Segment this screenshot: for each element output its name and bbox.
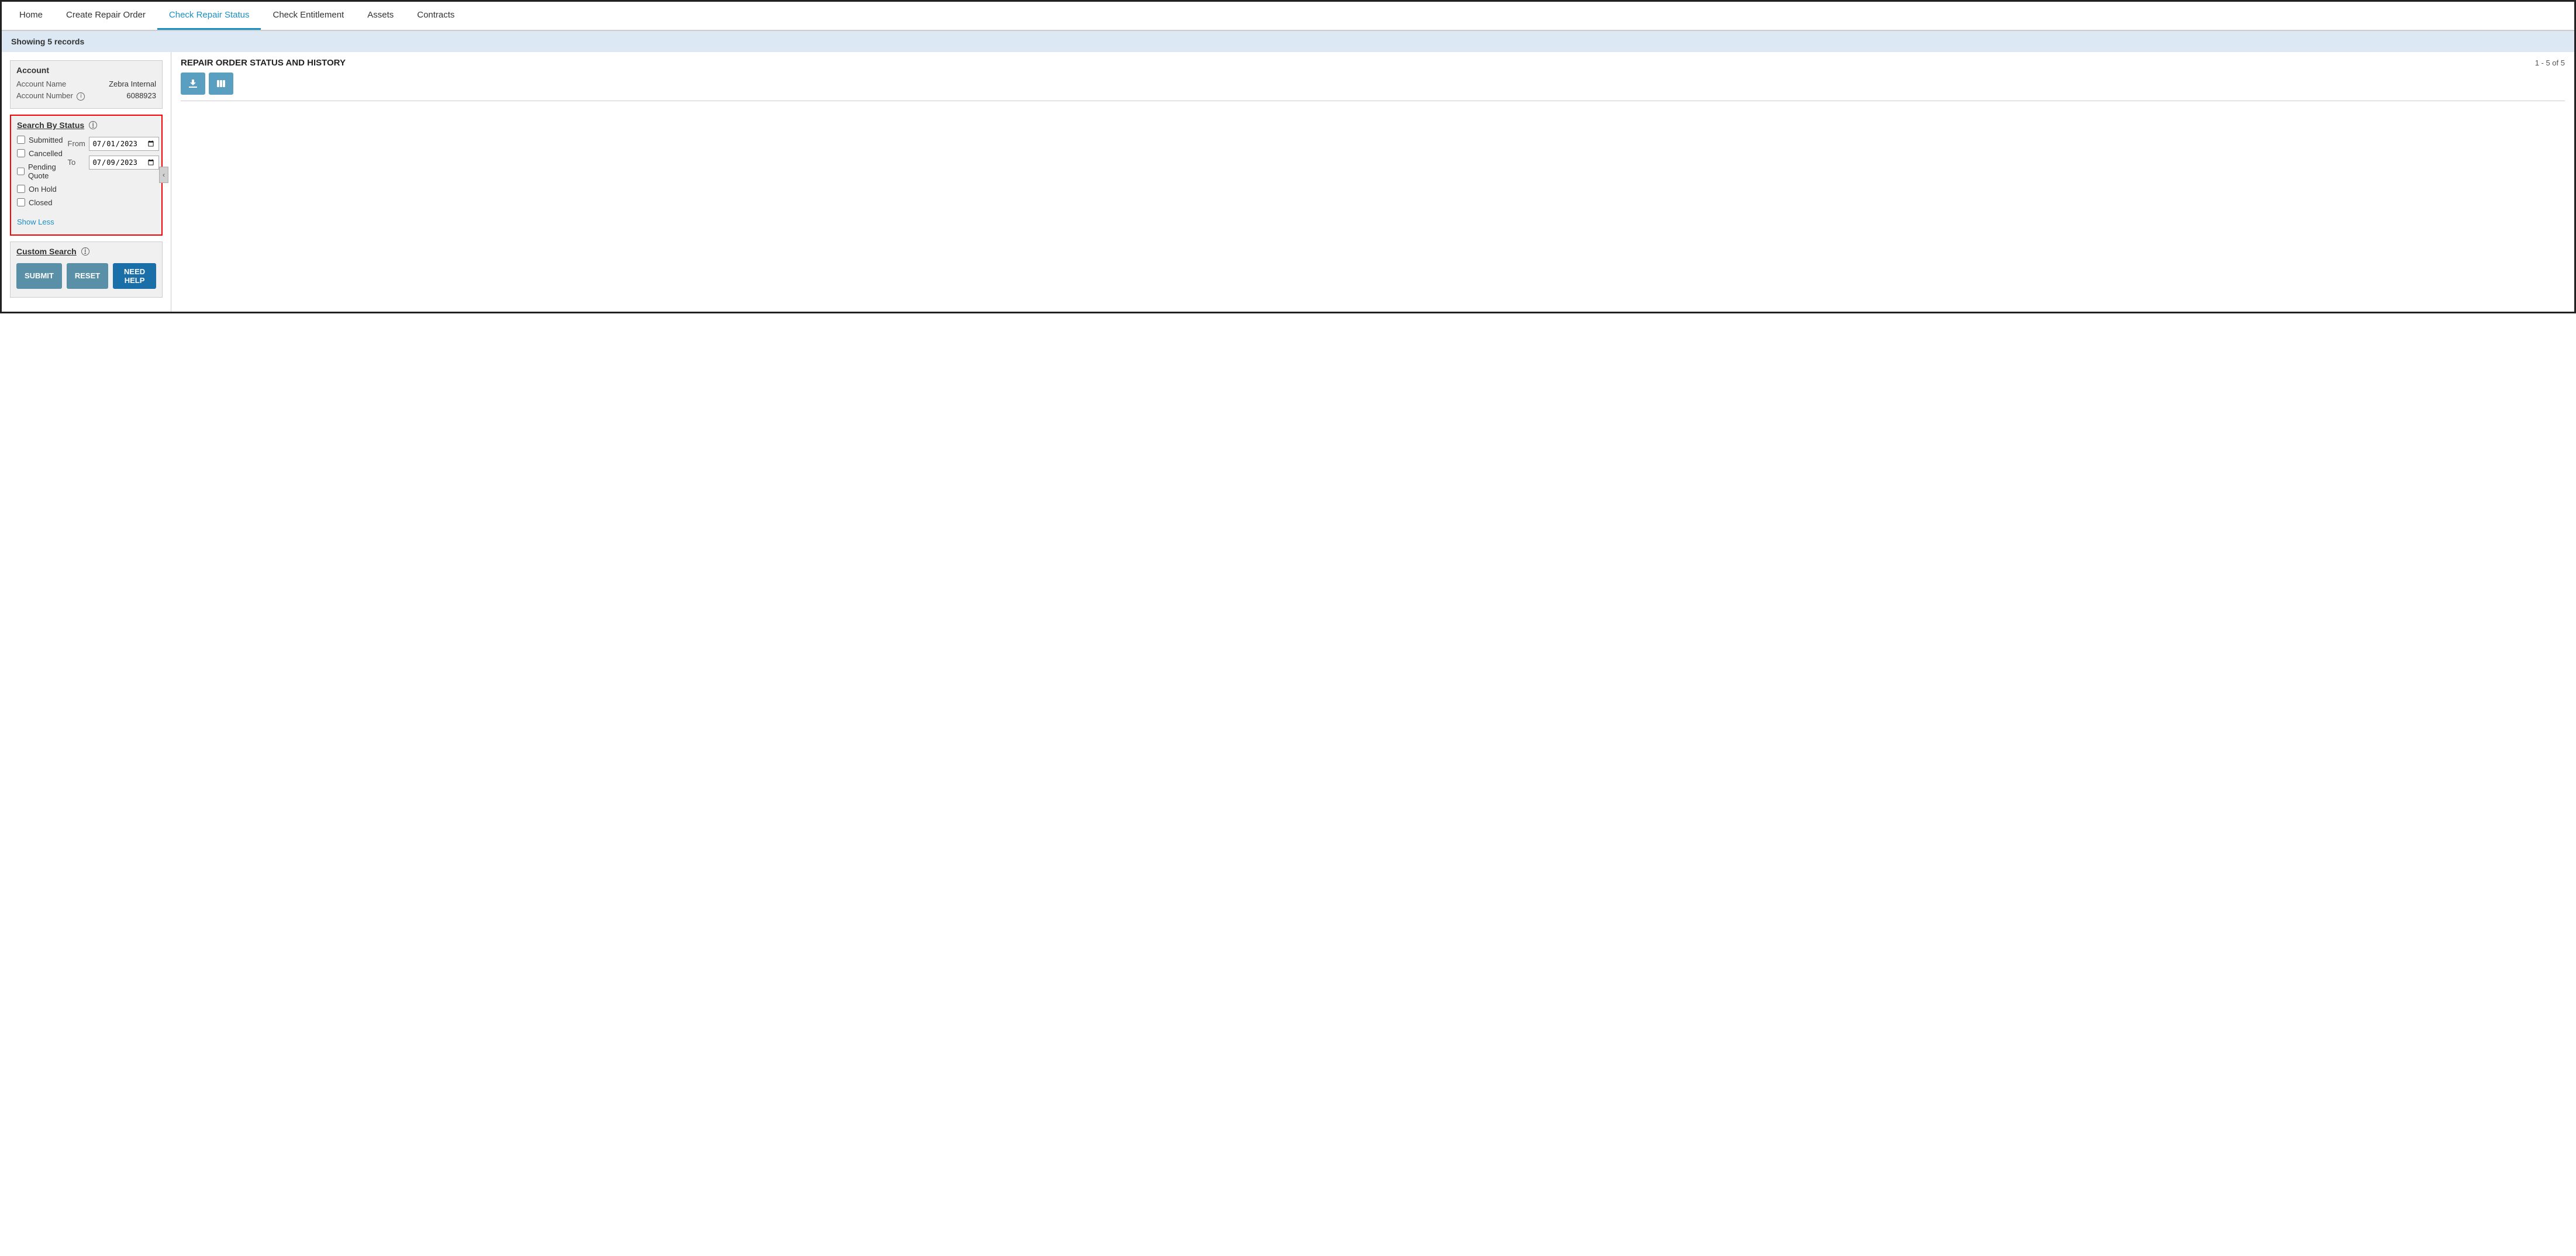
nav-home[interactable]: Home (8, 2, 54, 30)
checkboxes-col: Submitted Cancelled Pending Quote On Hol… (17, 136, 63, 212)
status-body: Submitted Cancelled Pending Quote On Hol… (17, 136, 156, 212)
account-number-row: Account Number i 6088923 (16, 91, 156, 101)
search-by-status-section: Search By Status i Submitted Cancelled (10, 115, 163, 236)
repair-order-section-title: REPAIR ORDER STATUS AND HISTORY (181, 58, 346, 68)
reset-button[interactable]: RESET (67, 263, 108, 289)
toolbar (181, 73, 2565, 95)
nav-check-repair-status[interactable]: Check Repair Status (157, 2, 261, 30)
checkbox-pending-quote-label: Pending Quote (28, 163, 63, 180)
date-range-col: From To (68, 136, 159, 212)
checkbox-submitted-label: Submitted (29, 136, 63, 144)
checkbox-cancelled: Cancelled (17, 149, 63, 158)
action-buttons: SUBMIT RESET NEED HELP (16, 263, 156, 289)
from-date-input[interactable] (89, 137, 159, 151)
date-to-row: To (68, 156, 159, 170)
checkbox-pending-quote: Pending Quote (17, 163, 63, 180)
account-number-value: 6088923 (126, 91, 156, 100)
columns-button[interactable] (209, 73, 233, 95)
submit-button[interactable]: SUBMIT (16, 263, 62, 289)
checkbox-pending-quote-input[interactable] (17, 167, 25, 175)
date-from-row: From (68, 137, 159, 151)
custom-search-info-icon[interactable]: i (81, 247, 89, 256)
nav-check-entitlement[interactable]: Check Entitlement (261, 2, 356, 30)
checkbox-closed-input[interactable] (17, 198, 25, 206)
checkbox-cancelled-label: Cancelled (29, 149, 63, 158)
checkbox-closed-label: Closed (29, 198, 52, 207)
record-banner: Showing 5 records (2, 31, 2574, 52)
account-section: Account Account Name Zebra Internal Acco… (10, 60, 163, 109)
download-button[interactable] (181, 73, 205, 95)
show-less-link[interactable]: Show Less (17, 218, 156, 226)
pagination-label: 1 - 5 of 5 (2535, 58, 2565, 67)
from-label: From (68, 139, 85, 148)
account-name-value: Zebra Internal (109, 80, 156, 88)
account-number-label: Account Number i (16, 91, 85, 101)
sidebar: Account Account Name Zebra Internal Acco… (2, 52, 171, 312)
account-header: Account (16, 65, 156, 75)
account-name-label: Account Name (16, 80, 66, 88)
collapse-arrow[interactable]: ‹ (159, 167, 168, 183)
checkbox-on-hold-label: On Hold (29, 185, 57, 194)
nav-contracts[interactable]: Contracts (405, 2, 466, 30)
checkbox-submitted-input[interactable] (17, 136, 25, 144)
record-count-text: Showing 5 records (11, 37, 84, 46)
checkbox-cancelled-input[interactable] (17, 149, 25, 157)
nav-assets[interactable]: Assets (356, 2, 405, 30)
nav-create-repair-order[interactable]: Create Repair Order (54, 2, 157, 30)
checkbox-on-hold: On Hold (17, 185, 63, 194)
account-number-info-icon[interactable]: i (77, 92, 85, 101)
to-date-input[interactable] (89, 156, 159, 170)
content-area: REPAIR ORDER STATUS AND HISTORY 1 - 5 of… (171, 52, 2574, 312)
to-label: To (68, 158, 85, 167)
custom-search-section: Custom Search i SUBMIT RESET NEED HELP (10, 241, 163, 298)
content-top: REPAIR ORDER STATUS AND HISTORY 1 - 5 of… (181, 58, 2565, 68)
search-by-status-info-icon[interactable]: i (89, 121, 97, 129)
need-help-button[interactable]: NEED HELP (113, 263, 156, 289)
nav-bar: Home Create Repair Order Check Repair St… (2, 2, 2574, 31)
checkbox-submitted: Submitted (17, 136, 63, 144)
account-name-row: Account Name Zebra Internal (16, 80, 156, 88)
custom-search-header: Custom Search i (16, 247, 156, 256)
search-by-status-header: Search By Status i (17, 120, 156, 130)
checkbox-on-hold-input[interactable] (17, 185, 25, 193)
main-layout: Account Account Name Zebra Internal Acco… (2, 52, 2574, 312)
checkbox-closed: Closed (17, 198, 63, 207)
